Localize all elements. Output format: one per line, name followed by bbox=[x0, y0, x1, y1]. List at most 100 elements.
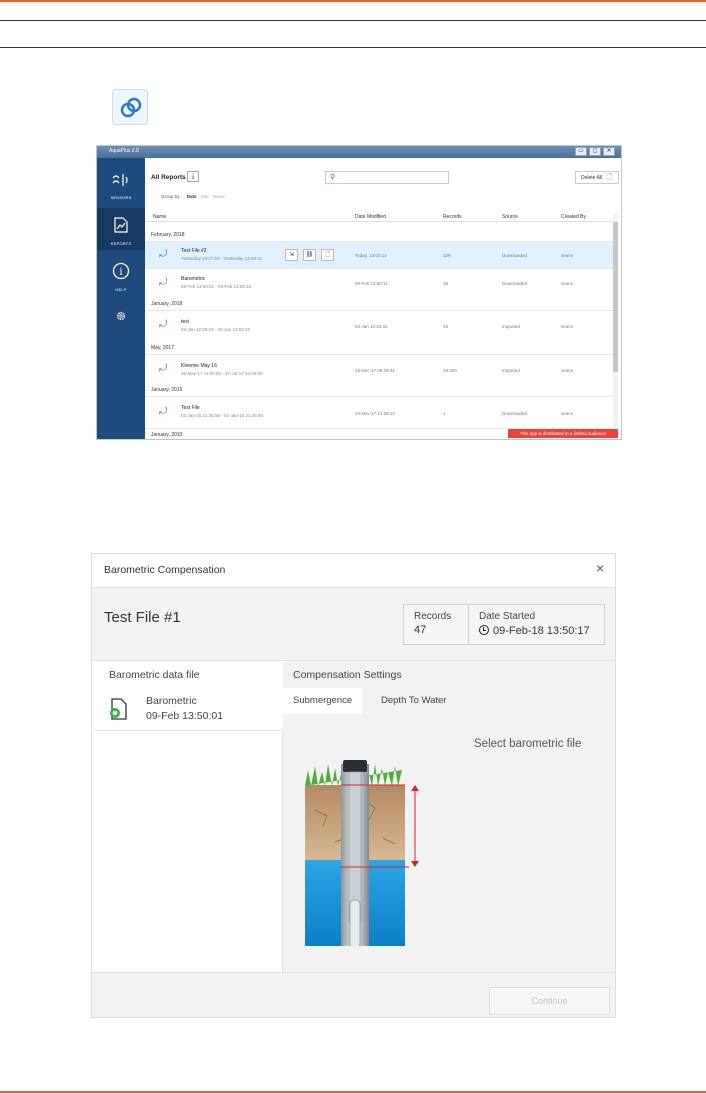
records-stat: Records 47 bbox=[404, 605, 468, 644]
title-bar: AquaPlus 2.0 ▭ ◻ ✕ bbox=[97, 146, 621, 158]
file-summary: Test File #1 Records 47 Date Started 09-… bbox=[92, 587, 615, 661]
records: 109 bbox=[443, 253, 451, 258]
report-name: test bbox=[181, 319, 190, 325]
group-option-date[interactable]: Date bbox=[187, 194, 197, 199]
reports-content: All Reports ⤓ ⚲ Delete All 🗋 Group by Da… bbox=[145, 158, 621, 439]
group-option-site[interactable]: Site bbox=[201, 194, 209, 199]
continue-button[interactable]: Continue bbox=[489, 987, 610, 1015]
date-started-stat: Date Started 09-Feb-18 13:50:17 bbox=[468, 605, 600, 644]
report-file-icon: ⤾ bbox=[159, 249, 168, 260]
created-by: seanv bbox=[561, 411, 574, 416]
table-row[interactable]: ⤾ test 03-Jan 12:58:23 - 03-Jan 13:04:23… bbox=[145, 310, 615, 339]
created-by: seanv bbox=[561, 253, 574, 258]
sidebar-item-reports[interactable]: REPORTS bbox=[97, 208, 145, 250]
svg-text:i: i bbox=[119, 267, 122, 278]
delete-file-icon: 🗋 bbox=[606, 174, 613, 181]
download-button[interactable]: ⤓ bbox=[187, 171, 199, 182]
link-button[interactable]: ⛓ bbox=[303, 249, 316, 261]
created-by: seanv bbox=[561, 324, 574, 329]
compensation-settings-pane: Compensation Settings Submergence Depth … bbox=[283, 661, 615, 972]
records: 18,000 bbox=[443, 368, 457, 373]
created-by: seanv bbox=[561, 368, 574, 373]
all-reports-title: All Reports bbox=[151, 174, 186, 181]
table-row[interactable]: ⤾ Test File #2 Yesterday 13:27:53 - Yest… bbox=[145, 241, 615, 268]
source: Downloaded bbox=[502, 411, 528, 416]
barometric-file-date: 09-Feb 13:50:01 bbox=[146, 710, 224, 722]
report-file-icon: ⤾ bbox=[159, 406, 168, 417]
report-name: Barometric bbox=[181, 276, 206, 282]
table-row[interactable]: ⤾ Kleemie May 16 26-May-17 11:00:00 - 27… bbox=[145, 354, 615, 383]
file-title: Test File #1 bbox=[104, 609, 181, 626]
file-stats: Records 47 Date Started 09-Feb-18 13:50:… bbox=[403, 604, 605, 645]
report-name: Test File bbox=[181, 405, 200, 411]
close-window-button[interactable]: ✕ bbox=[603, 147, 615, 156]
column-header-source[interactable]: Source bbox=[502, 214, 518, 220]
barometric-section-title: Barometric data file bbox=[109, 669, 200, 681]
column-header-created-by[interactable]: Created By bbox=[561, 214, 586, 220]
date-modified: 15-Dec-17 08:29:41 bbox=[355, 368, 395, 373]
download-icon: ⤓ bbox=[191, 173, 195, 180]
barometric-file-name: Barometric bbox=[146, 695, 197, 707]
records-value: 47 bbox=[414, 624, 427, 636]
bottom-orange-rule bbox=[0, 1091, 706, 1093]
scroll-thumb[interactable] bbox=[613, 222, 618, 372]
search-input[interactable]: ⚲ bbox=[325, 171, 449, 184]
header-divider bbox=[145, 221, 615, 222]
report-file-icon: ⤾ bbox=[159, 363, 168, 374]
clock-icon bbox=[479, 625, 489, 635]
top-orange-rule bbox=[0, 0, 706, 2]
barometric-file-item[interactable]: Barometric data file Barometric 09-Feb 1… bbox=[94, 661, 283, 731]
select-barometric-file-text: Select barometric file bbox=[474, 738, 582, 750]
delete-file-icon: 🗋 bbox=[325, 252, 330, 258]
date-modified: 09-Feb 13:50:11 bbox=[355, 281, 388, 286]
table-row[interactable]: ⤾ Barometric 09-Feb 13:59:01 - 09-Feb 13… bbox=[145, 268, 615, 296]
records: 18 bbox=[443, 281, 449, 286]
group-header: February, 2018 bbox=[151, 232, 185, 238]
window-title: AquaPlus 2.0 bbox=[109, 148, 139, 154]
report-file-icon: ⤾ bbox=[159, 319, 168, 330]
source: Imported bbox=[502, 324, 520, 329]
sidebar-item-sensors[interactable]: SENSORS bbox=[97, 172, 145, 200]
group-option-name[interactable]: Name bbox=[213, 194, 225, 199]
link-icon-button[interactable] bbox=[112, 89, 148, 125]
report-range: 01-Jan-15 21:45:56 - 01-Jan-15 21:45:56 bbox=[181, 413, 264, 418]
date-modified: Today, 13:02:13 bbox=[355, 253, 387, 258]
sidebar-item-label: HELP bbox=[115, 287, 127, 292]
maximize-button[interactable]: ◻ bbox=[589, 147, 601, 156]
export-button[interactable]: ⇲ bbox=[285, 249, 298, 261]
export-icon: ⇲ bbox=[288, 252, 295, 258]
report-range: 03-Jan 12:58:23 - 03-Jan 13:04:23 bbox=[181, 327, 251, 332]
report-range: Yesterday 13:27:53 - Yesterday 13:29:32 bbox=[181, 256, 263, 261]
delete-all-label: Delete All bbox=[581, 175, 603, 181]
delete-button[interactable]: 🗋 bbox=[321, 249, 334, 261]
table-row[interactable]: ⤾ Test File 01-Jan-15 21:45:56 - 01-Jan-… bbox=[145, 396, 615, 426]
column-header-name[interactable]: Name bbox=[153, 214, 166, 220]
barometric-file-icon: ⤾ bbox=[159, 277, 168, 288]
barometric-file-pane: Barometric data file Barometric 09-Feb 1… bbox=[94, 661, 283, 972]
group-by-label: Group by bbox=[161, 194, 180, 199]
close-button[interactable]: × bbox=[596, 560, 604, 576]
reports-icon bbox=[114, 217, 128, 233]
column-header-records[interactable]: Records bbox=[443, 214, 462, 220]
tab-depth-to-water[interactable]: Depth To Water bbox=[371, 688, 456, 714]
column-header-date-modified[interactable]: Date Modified bbox=[355, 214, 386, 220]
link-icon bbox=[120, 97, 142, 118]
scrollbar[interactable] bbox=[613, 214, 618, 438]
source: Imported bbox=[502, 368, 520, 373]
date-modified: 20-Nov-17 14:29:12 bbox=[355, 411, 395, 416]
app-window: AquaPlus 2.0 ▭ ◻ ✕ SENSORS REPORTS i HEL… bbox=[96, 145, 622, 440]
source: Downloaded bbox=[502, 281, 528, 286]
tab-submergence[interactable]: Submergence bbox=[283, 688, 363, 714]
barometric-file-icon bbox=[110, 698, 127, 720]
source: Downloaded bbox=[502, 253, 528, 258]
barometric-compensation-dialog: Barometric Compensation × Test File #1 R… bbox=[91, 553, 616, 1018]
submergence-illustration bbox=[305, 760, 419, 946]
report-range: 09-Feb 13:59:01 - 09-Feb 13:59:18 bbox=[181, 284, 252, 289]
sidebar-item-settings[interactable] bbox=[97, 308, 145, 326]
minimize-button[interactable]: ▭ bbox=[575, 147, 587, 156]
sidebar-item-help[interactable]: i HELP bbox=[97, 262, 145, 292]
sidebar: SENSORS REPORTS i HELP bbox=[97, 158, 145, 439]
date-started-label: Date Started bbox=[479, 611, 536, 622]
sidebar-item-label: SENSORS bbox=[110, 195, 132, 200]
delete-all-button[interactable]: Delete All 🗋 bbox=[575, 171, 619, 184]
